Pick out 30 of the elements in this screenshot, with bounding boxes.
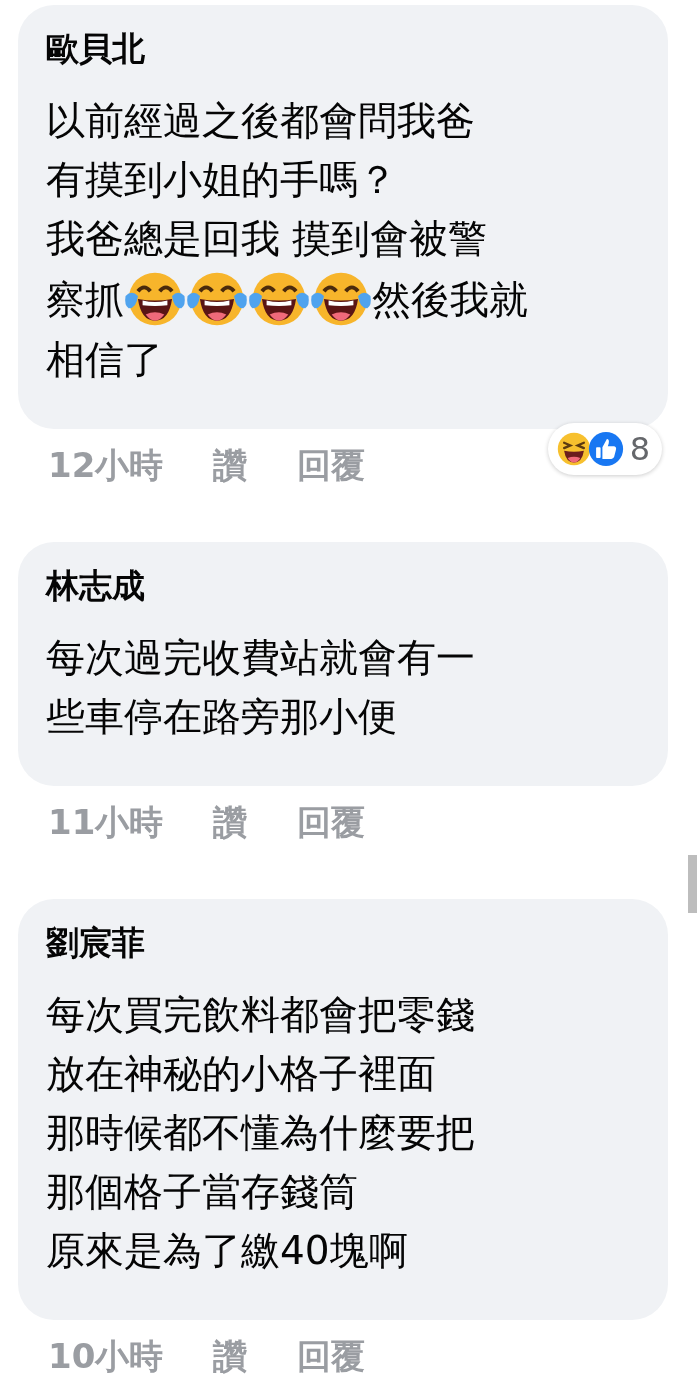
like-link[interactable]: 讚 [213, 443, 248, 487]
comment-text: 放在神秘的小格子裡面 [46, 1050, 436, 1098]
scrollbar[interactable] [688, 855, 697, 913]
author-name[interactable]: 歐貝北 [46, 27, 648, 71]
comment-text: 我爸總是回我 摸到會被警 [46, 215, 488, 263]
comment-text: 原來是為了繳40塊啊 [46, 1227, 408, 1275]
comment-text: 有摸到小姐的手嗎？ [46, 156, 397, 204]
comment-text: 些車停在路旁那小便 [46, 693, 397, 741]
comment-text: 然後我就 [372, 275, 528, 324]
comment-text: 以前經過之後都會問我爸 [46, 97, 475, 145]
author-name[interactable]: 林志成 [46, 564, 648, 608]
comment-time[interactable]: 10小時 [48, 1334, 164, 1378]
laughing-face-icon [555, 431, 592, 467]
thumbs-up-icon [587, 431, 624, 467]
like-link[interactable]: 讚 [213, 1334, 248, 1378]
comment-time[interactable]: 11小時 [48, 800, 164, 844]
comment-text: 相信了 [46, 336, 163, 384]
comment-time[interactable]: 12小時 [48, 443, 164, 487]
reply-link[interactable]: 回覆 [297, 1334, 366, 1378]
comment-text: 每次過完收費站就會有一 [46, 634, 475, 682]
comment-text: 察抓 [46, 275, 124, 324]
like-link[interactable]: 讚 [213, 800, 248, 844]
reply-link[interactable]: 回覆 [297, 443, 366, 487]
reaction-badge[interactable]: 8 [547, 423, 662, 475]
comment-text: 每次買完飲料都會把零錢 [46, 991, 475, 1039]
author-name[interactable]: 劉宸菲 [46, 921, 648, 965]
reaction-count: 8 [629, 431, 650, 467]
comment-text: 那個格子當存錢筒 [46, 1168, 358, 1216]
comment-text: 那時候都不懂為什麼要把 [46, 1109, 475, 1157]
reply-link[interactable]: 回覆 [297, 800, 366, 844]
